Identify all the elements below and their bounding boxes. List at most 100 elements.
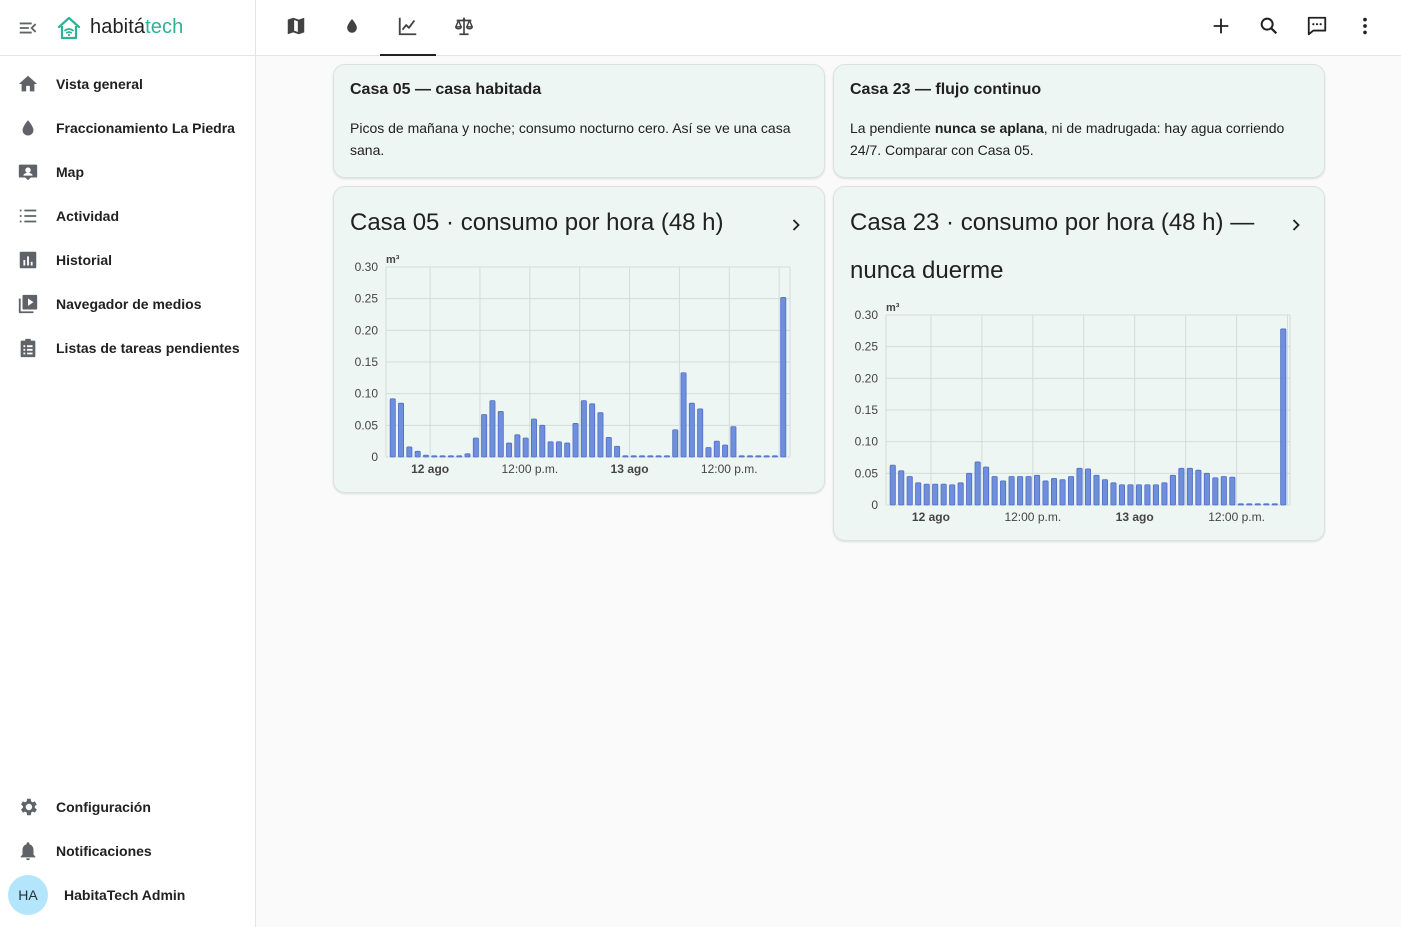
bar — [974, 461, 981, 506]
bar — [597, 412, 604, 458]
bar — [1246, 503, 1253, 506]
avatar: HA — [8, 875, 48, 915]
assist-button[interactable] — [1293, 4, 1341, 52]
water-drop-icon — [343, 17, 361, 40]
bar — [1059, 479, 1066, 506]
more-vertical-icon — [1354, 15, 1376, 42]
plus-icon — [1210, 15, 1232, 42]
sidebar-item-listas-tareas[interactable]: Listas de tareas pendientes — [0, 328, 256, 368]
bar — [697, 408, 704, 458]
tab-map[interactable] — [268, 0, 324, 56]
sidebar-item-historial[interactable]: Historial — [0, 240, 256, 280]
bar — [589, 403, 596, 458]
bar — [1254, 503, 1261, 506]
chevron-right-icon[interactable] — [784, 213, 808, 237]
sidebar-item-label: Notificaciones — [56, 843, 152, 859]
sidebar-item-map[interactable]: Map — [0, 152, 256, 192]
tab-balance[interactable] — [436, 0, 492, 56]
bar — [1093, 474, 1100, 506]
bar — [439, 455, 446, 458]
home-icon — [16, 72, 40, 96]
bar — [1118, 484, 1125, 506]
search-icon — [1258, 15, 1280, 42]
bar — [630, 455, 637, 458]
tab-graficas[interactable] — [380, 0, 436, 56]
unit-label: m³ — [886, 302, 900, 314]
bar — [655, 455, 662, 458]
bar — [614, 445, 621, 458]
map-icon — [285, 15, 307, 42]
chevron-right-icon[interactable] — [1284, 213, 1308, 237]
bar — [564, 442, 571, 458]
clipboard-list-icon — [16, 336, 40, 360]
bar — [1101, 479, 1109, 506]
bar — [1025, 476, 1032, 506]
y-tick-label: 0.25 — [355, 292, 379, 306]
x-tick-label: 12:00 p.m. — [1208, 510, 1265, 524]
y-tick-label: 0.20 — [355, 323, 379, 337]
bar — [672, 429, 679, 458]
y-tick-label: 0.05 — [355, 418, 379, 432]
bar — [555, 441, 562, 458]
y-tick-label: 0.10 — [355, 387, 379, 401]
bar — [1051, 477, 1058, 506]
bar — [1263, 503, 1270, 506]
bar — [447, 455, 454, 458]
bar — [456, 455, 463, 458]
sidebar-item-configuracion[interactable]: Configuración — [0, 787, 256, 827]
water-drop-icon — [16, 116, 40, 140]
bar — [722, 444, 729, 458]
y-tick-label: 0.30 — [355, 260, 379, 274]
menu-open-icon[interactable] — [16, 16, 40, 40]
bar — [472, 437, 479, 458]
y-tick-label: 0.05 — [855, 466, 879, 480]
bar — [605, 436, 612, 458]
bar — [713, 440, 720, 458]
sidebar-item-navegador-medios[interactable]: Navegador de medios — [0, 284, 256, 324]
sidebar-item-actividad[interactable]: Actividad — [0, 196, 256, 236]
chart-card-casa23[interactable]: Casa 23 · consumo por hora (48 h) — nunc… — [833, 186, 1325, 541]
bar — [755, 455, 762, 458]
bar-chart: 0 0.05 0.10 0.15 0.20 0.25 0.30 m³ 12 ago 12:00 p… — [355, 254, 791, 476]
chat-icon — [1306, 15, 1328, 42]
chart-card-casa05[interactable]: Casa 05 · consumo por hora (48 h) 0 0.05 0… — [333, 186, 825, 493]
add-button[interactable] — [1197, 4, 1245, 52]
bar — [1008, 476, 1015, 506]
note-title: Casa 05 — casa habitada — [350, 81, 542, 98]
bar — [889, 464, 896, 506]
bar — [906, 476, 913, 506]
tab-agua[interactable] — [324, 0, 380, 56]
y-tick-label: 0.15 — [855, 403, 879, 417]
bar — [1169, 474, 1176, 506]
bar — [771, 455, 778, 458]
bar — [747, 455, 754, 458]
bar — [539, 424, 546, 458]
y-tick-label: 0 — [871, 498, 878, 512]
search-button[interactable] — [1245, 4, 1293, 52]
bar — [738, 455, 745, 458]
bar — [398, 402, 405, 458]
bar — [957, 482, 964, 506]
brand-logo[interactable]: habitátech — [56, 15, 183, 41]
more-options-button[interactable] — [1341, 4, 1389, 52]
bar — [663, 455, 670, 458]
sidebar-header: habitátech — [0, 0, 255, 56]
y-tick-label: 0.20 — [855, 371, 879, 385]
note-card-casa23: Casa 23 — flujo continuo La pendiente nu… — [833, 64, 1325, 178]
brand-name: habitátech — [90, 16, 184, 38]
bar — [522, 437, 529, 458]
bar — [1034, 474, 1041, 506]
sidebar-user[interactable]: HA HabitaTech Admin — [0, 875, 256, 915]
bar — [1067, 476, 1075, 506]
bar — [763, 455, 770, 458]
sidebar-item-vista-general[interactable]: Vista general — [0, 64, 256, 104]
bar — [514, 434, 521, 458]
bar — [431, 455, 438, 458]
bar — [422, 454, 429, 458]
bar — [464, 453, 471, 458]
x-tick-label: 13 ago — [1116, 510, 1154, 524]
bar — [1017, 476, 1024, 506]
sidebar-item-notificaciones[interactable]: Notificaciones — [0, 831, 256, 871]
sidebar-item-fraccionamiento[interactable]: Fraccionamiento La Piedra — [0, 108, 256, 148]
bar — [547, 441, 554, 458]
